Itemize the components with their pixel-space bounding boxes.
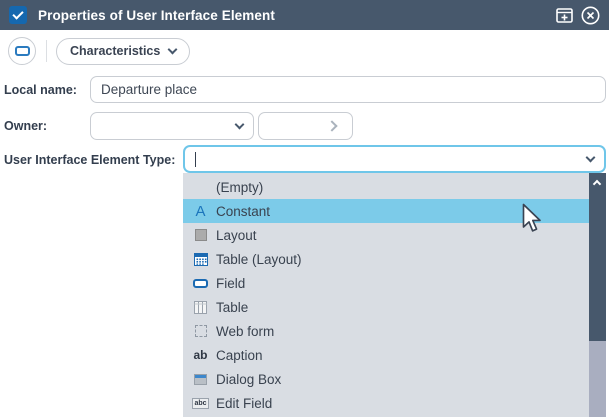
edit-field-icon: abc (192, 398, 208, 409)
close-button[interactable] (581, 6, 600, 25)
list-item-label: Caption (216, 348, 263, 363)
characteristics-dropdown-button[interactable]: Characteristics (56, 38, 190, 65)
table-layout-icon (194, 253, 208, 266)
list-item-caption[interactable]: ab Caption (183, 343, 589, 367)
popout-window-icon (556, 8, 573, 23)
local-name-input[interactable]: Departure place (90, 76, 606, 103)
local-name-label: Local name: (4, 83, 77, 97)
owner-select[interactable] (90, 112, 254, 140)
dropdown-scrollbar[interactable] (589, 173, 606, 417)
scroll-up-icon (593, 180, 601, 188)
caption-icon: ab (193, 349, 207, 361)
type-dropdown-list: (Empty) A Constant Layout (183, 173, 606, 417)
list-item-table[interactable]: Table (183, 295, 589, 319)
local-name-value: Departure place (101, 82, 197, 97)
toolbar-divider (46, 40, 47, 62)
list-item-label: Web form (216, 324, 274, 339)
window-title: Properties of User Interface Element (38, 8, 275, 23)
owner-navigate-button[interactable] (258, 112, 353, 140)
list-item-dialog-box[interactable]: Dialog Box (183, 367, 589, 391)
text-caret (195, 152, 196, 167)
web-form-icon (195, 325, 207, 337)
type-combobox[interactable] (183, 145, 606, 173)
chevron-down-icon (235, 119, 245, 129)
list-item-label: Edit Field (216, 396, 272, 411)
close-icon (581, 6, 600, 25)
owner-label: Owner: (4, 119, 47, 133)
chevron-down-icon (168, 44, 178, 54)
constant-icon: A (195, 204, 205, 219)
list-item-label: (Empty) (216, 180, 263, 195)
list-item-label: Table (Layout) (216, 252, 302, 267)
list-item-label: Dialog Box (216, 372, 281, 387)
toolbar: Characteristics (0, 30, 609, 72)
titlebar: Properties of User Interface Element (0, 0, 609, 30)
list-item-table-layout[interactable]: Table (Layout) (183, 247, 589, 271)
popout-window-button[interactable] (556, 8, 573, 23)
list-item-edit-field[interactable]: abc Edit Field (183, 391, 589, 415)
list-item-label: Table (216, 300, 248, 315)
list-item-label: Field (216, 276, 245, 291)
characteristics-label: Characteristics (70, 44, 160, 58)
checked-checkbox-icon (9, 6, 27, 24)
ui-element-icon (15, 46, 30, 56)
scrollbar-track[interactable] (589, 341, 606, 417)
layout-icon (195, 229, 207, 241)
list-item-label: Layout (216, 228, 257, 243)
mouse-cursor-icon (521, 203, 541, 233)
field-icon (193, 279, 208, 288)
chevron-down-icon (586, 152, 596, 162)
chevron-right-icon (326, 120, 337, 131)
dialog-box-icon (194, 374, 207, 385)
list-item-web-form[interactable]: Web form (183, 319, 589, 343)
list-item-field[interactable]: Field (183, 271, 589, 295)
ui-element-button[interactable] (8, 37, 36, 65)
list-item-label: Constant (216, 204, 270, 219)
table-icon (194, 301, 207, 314)
list-item-empty[interactable]: (Empty) (183, 175, 589, 199)
type-label: User Interface Element Type: (4, 153, 175, 167)
scrollbar-thumb[interactable] (589, 173, 606, 341)
